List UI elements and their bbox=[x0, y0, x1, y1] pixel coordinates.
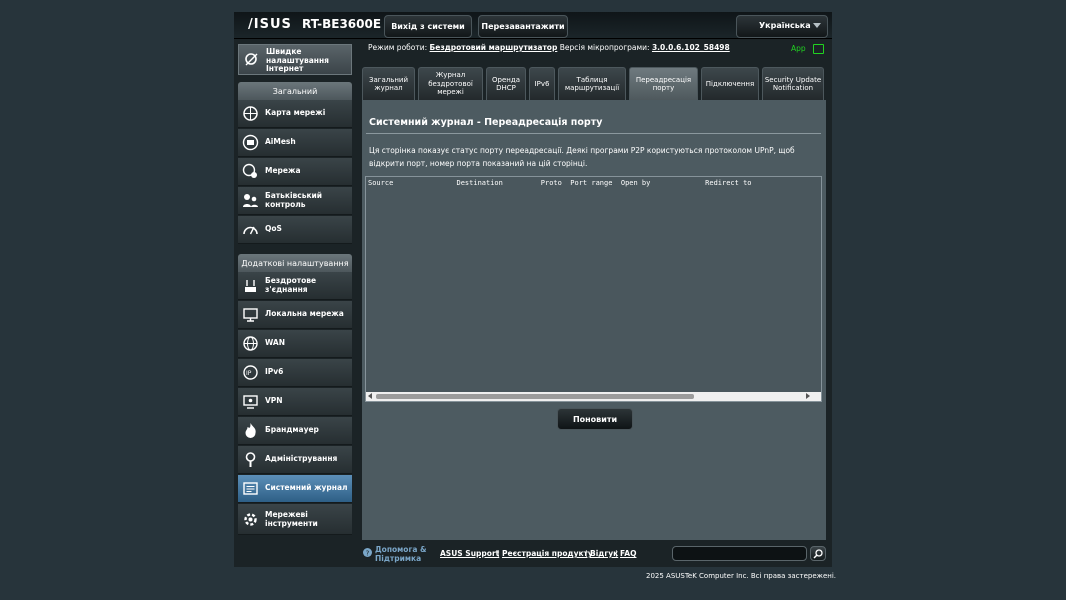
sidebar-item-label: Мережа bbox=[265, 166, 301, 175]
tab-ipv6[interactable]: IPv6 bbox=[529, 67, 555, 100]
scroll-right-icon[interactable] bbox=[806, 393, 810, 399]
mode-label: Режим роботи: bbox=[368, 43, 428, 52]
footer-separator: | bbox=[615, 549, 618, 558]
sidebar-item-wan[interactable]: WAN bbox=[238, 330, 352, 358]
scrollbar-thumb[interactable] bbox=[376, 394, 694, 399]
title-divider bbox=[366, 133, 821, 134]
sidebar-item-label: Батьківський контроль bbox=[265, 191, 323, 209]
log-header-row: Source Destination Proto Port range Open… bbox=[368, 179, 752, 187]
sidebar-item-vpn[interactable]: VPN bbox=[238, 388, 352, 416]
svg-text:IP: IP bbox=[246, 370, 252, 377]
sidebar-item-parental-control[interactable]: Батьківський контроль bbox=[238, 187, 352, 215]
search-button[interactable] bbox=[810, 546, 826, 561]
sidebar-item-label: Мережеві інструменти bbox=[265, 510, 318, 528]
advanced-section-header: Додаткові налаштування bbox=[238, 254, 352, 272]
tab-port-forwarding[interactable]: Переадресація порту bbox=[629, 67, 698, 100]
sidebar-item-label: Системний журнал bbox=[265, 483, 348, 492]
sidebar-item-network-tools[interactable]: Мережеві інструменти bbox=[238, 504, 352, 535]
faq-link[interactable]: FAQ bbox=[620, 549, 636, 558]
help-icon: ? bbox=[363, 548, 372, 557]
feedback-link[interactable]: Відгук bbox=[590, 549, 618, 558]
firmware-label: Версія мікропрограми: bbox=[559, 43, 650, 52]
firewall-icon bbox=[245, 423, 256, 438]
ipv6-icon: IP bbox=[243, 365, 258, 380]
sidebar-item-qos[interactable]: QoS bbox=[238, 216, 352, 244]
sidebar-item-label: Брандмауер bbox=[265, 425, 319, 434]
app-label[interactable]: App bbox=[791, 44, 806, 53]
sidebar-item-label: Карта мережі bbox=[265, 108, 326, 117]
vpn-icon bbox=[243, 395, 258, 409]
sidebar-item-label: IPv6 bbox=[265, 367, 284, 376]
sidebar-item-administration[interactable]: Адміністрування bbox=[238, 446, 352, 474]
quick-internet-label: Швидке налаштування Інтернет bbox=[266, 47, 329, 73]
sidebar-item-label: AiMesh bbox=[265, 137, 296, 146]
mode-value[interactable]: Бездротовий маршрутизатор bbox=[430, 43, 558, 52]
network-tools-icon bbox=[244, 513, 257, 526]
asus-logo[interactable]: /ISUS bbox=[248, 17, 292, 32]
footer-separator: | bbox=[585, 549, 588, 558]
sidebar-item-label: Бездротове з'єднання bbox=[265, 276, 317, 294]
sidebar-item-network-map[interactable]: Карта мережі bbox=[238, 100, 352, 128]
sidebar-item-label: WAN bbox=[265, 338, 286, 347]
tab-security-update-notification[interactable]: Security Update Notification bbox=[762, 67, 824, 100]
footer-separator: | bbox=[497, 549, 500, 558]
aimesh-icon bbox=[242, 134, 259, 151]
sidebar-item-system-log[interactable]: Системний журнал bbox=[238, 475, 352, 503]
asus-support-link[interactable]: ASUS Support bbox=[440, 549, 499, 558]
guest-network-icon bbox=[242, 163, 257, 178]
status-bar: Режим роботи: Бездротовий маршрутизатор … bbox=[368, 43, 730, 52]
network-map-icon bbox=[243, 106, 258, 121]
port-forwarding-log[interactable] bbox=[365, 176, 822, 402]
wan-icon bbox=[243, 336, 258, 351]
copyright: 2025 ASUSTeK Computer Inc. Всі права зас… bbox=[646, 572, 836, 580]
reboot-button[interactable]: Перезавантажити bbox=[478, 15, 568, 38]
sidebar-item-label: VPN bbox=[265, 396, 283, 405]
product-registration-link[interactable]: Реєстрація продукту bbox=[502, 549, 593, 558]
page-description: Ця сторінка показує статус порту переадр… bbox=[369, 146, 795, 168]
language-value: Українська bbox=[759, 21, 811, 30]
tab-dhcp-leases[interactable]: Оренда DHCP bbox=[486, 67, 526, 100]
tab-routing-table[interactable]: Таблиця маршрутизації bbox=[558, 67, 626, 100]
search-icon bbox=[813, 549, 823, 559]
help-support-link[interactable]: Допомога & Підтримка bbox=[375, 545, 430, 563]
sidebar-item-network[interactable]: Мережа bbox=[238, 158, 352, 186]
scroll-left-icon[interactable] bbox=[368, 393, 372, 399]
search-input[interactable] bbox=[672, 546, 807, 561]
sidebar-item-label: QoS bbox=[265, 224, 282, 233]
page-title: Системний журнал - Переадресація порту bbox=[369, 117, 603, 128]
lan-icon bbox=[243, 308, 258, 322]
wizard-icon bbox=[245, 53, 258, 66]
router-model: RT-BE3600E bbox=[302, 17, 382, 31]
tab-general-log[interactable]: Загальний журнал bbox=[362, 67, 415, 100]
general-section-header: Загальний bbox=[238, 82, 352, 100]
tab-wireless-log[interactable]: Журнал бездротової мережі bbox=[418, 67, 483, 100]
sidebar-item-wireless[interactable]: Бездротове з'єднання bbox=[238, 272, 352, 300]
sidebar-item-label: Адміністрування bbox=[265, 454, 338, 463]
app-icon[interactable] bbox=[813, 44, 824, 54]
administration-icon bbox=[245, 452, 256, 467]
sidebar-item-firewall[interactable]: Брандмауер bbox=[238, 417, 352, 445]
sidebar-item-ipv6[interactable]: IP IPv6 bbox=[238, 359, 352, 387]
tab-connections[interactable]: Підключення bbox=[701, 67, 759, 100]
refresh-button[interactable]: Поновити bbox=[557, 408, 633, 430]
sidebar-item-lan[interactable]: Локальна мережа bbox=[238, 301, 352, 329]
chevron-down-icon bbox=[813, 23, 821, 28]
sidebar-item-aimesh[interactable]: AiMesh bbox=[238, 129, 352, 157]
firmware-value[interactable]: 3.0.0.6.102_58498 bbox=[652, 43, 730, 52]
language-select[interactable]: Українська bbox=[736, 15, 828, 38]
wireless-icon bbox=[245, 280, 256, 292]
sidebar-item-label: Локальна мережа bbox=[265, 309, 344, 318]
logout-button[interactable]: Вихід з системи bbox=[384, 15, 472, 38]
parental-control-icon bbox=[243, 194, 258, 207]
system-log-icon bbox=[243, 482, 258, 495]
qos-icon bbox=[243, 226, 258, 235]
quick-internet-setup[interactable]: Швидке налаштування Інтернет bbox=[238, 44, 352, 75]
svg-text:?: ? bbox=[366, 549, 370, 557]
